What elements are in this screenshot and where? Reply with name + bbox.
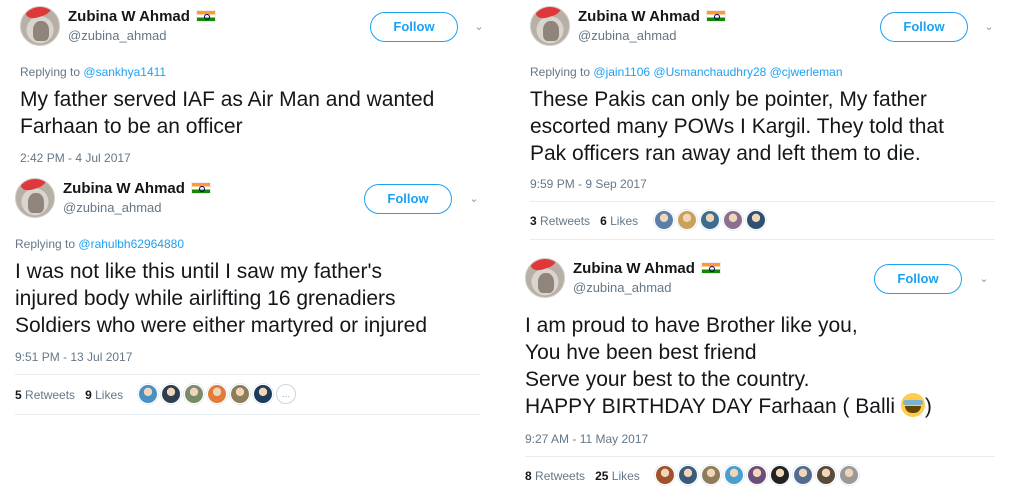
tweet-header: Zubina W Ahmad @zubina_ahmad Follow ⌄ xyxy=(20,6,500,54)
like-count[interactable]: 25 Likes xyxy=(595,469,640,483)
tweet-timestamp[interactable]: 9:27 AM - 11 May 2017 xyxy=(525,432,648,446)
liker-avatar[interactable] xyxy=(839,465,859,485)
retweet-count[interactable]: 3 Retweets xyxy=(530,214,590,228)
liker-avatar[interactable] xyxy=(161,384,181,404)
liker-avatar[interactable] xyxy=(230,384,250,404)
liker-avatar[interactable] xyxy=(700,210,720,230)
user-handle[interactable]: @zubina_ahmad xyxy=(578,28,676,43)
follow-button[interactable]: Follow xyxy=(364,184,452,214)
like-count[interactable]: 6 Likes xyxy=(600,214,638,228)
liker-avatars: … xyxy=(138,384,296,404)
display-name[interactable]: Zubina W Ahmad xyxy=(573,260,721,277)
divider xyxy=(15,414,480,415)
user-handle[interactable]: @zubina_ahmad xyxy=(63,200,161,215)
tweet-timestamp[interactable]: 9:51 PM - 13 Jul 2017 xyxy=(15,350,132,364)
liker-avatar[interactable] xyxy=(770,465,790,485)
india-flag-icon xyxy=(190,182,211,194)
display-name[interactable]: Zubina W Ahmad xyxy=(68,8,216,25)
liker-avatar[interactable] xyxy=(654,210,674,230)
tweet-card: Zubina W Ahmad @zubina_ahmad Follow ⌄ I … xyxy=(525,258,1000,500)
liker-avatar[interactable] xyxy=(724,465,744,485)
liker-avatar[interactable] xyxy=(138,384,158,404)
liker-avatar[interactable] xyxy=(816,465,836,485)
tweet-text: My father served IAF as Air Man and want… xyxy=(20,88,435,138)
liker-avatar[interactable] xyxy=(184,384,204,404)
divider xyxy=(525,456,995,457)
tweet-stats: 3 Retweets 6 Likes xyxy=(530,214,638,228)
chevron-down-icon[interactable]: ⌄ xyxy=(472,20,486,34)
india-flag-icon xyxy=(700,262,721,274)
replying-to: Replying to @sankhya1411 xyxy=(20,65,167,79)
avatar[interactable] xyxy=(530,6,570,46)
reply-mention-link[interactable]: @sankhya1411 xyxy=(83,65,166,79)
user-handle[interactable]: @zubina_ahmad xyxy=(573,280,671,295)
divider xyxy=(530,239,995,240)
follow-button[interactable]: Follow xyxy=(874,264,962,294)
liker-avatar[interactable] xyxy=(746,210,766,230)
divider xyxy=(15,374,480,375)
chevron-down-icon[interactable]: ⌄ xyxy=(977,272,991,286)
tweet-card: Zubina W Ahmad @zubina_ahmad Follow ⌄ Re… xyxy=(20,6,500,171)
tweet-timestamp[interactable]: 2:42 PM - 4 Jul 2017 xyxy=(20,151,131,165)
tweet-text: I was not like this until I saw my fathe… xyxy=(15,260,428,337)
liker-avatar[interactable] xyxy=(747,465,767,485)
like-count[interactable]: 9 Likes xyxy=(85,388,123,402)
tweet-header: Zubina W Ahmad @zubina_ahmad Follow ⌄ xyxy=(15,178,500,226)
liker-avatar[interactable] xyxy=(678,465,698,485)
liker-avatar[interactable] xyxy=(723,210,743,230)
india-flag-icon xyxy=(195,10,216,22)
chevron-down-icon[interactable]: ⌄ xyxy=(982,20,996,34)
liker-avatar[interactable] xyxy=(253,384,273,404)
reply-mention-link[interactable]: @jain1106 @Usmanchaudhry28 @cjwerleman xyxy=(593,65,842,79)
tweet-text: I am proud to have Brother like you, You… xyxy=(525,314,932,418)
avatar[interactable] xyxy=(20,6,60,46)
avatar[interactable] xyxy=(525,258,565,298)
tweet-card: Zubina W Ahmad @zubina_ahmad Follow ⌄ Re… xyxy=(530,6,1000,241)
more-likers-icon[interactable]: … xyxy=(276,384,296,404)
chevron-down-icon[interactable]: ⌄ xyxy=(467,192,481,206)
liker-avatars xyxy=(655,465,859,485)
tweet-header: Zubina W Ahmad @zubina_ahmad Follow ⌄ xyxy=(525,258,1000,306)
liker-avatar[interactable] xyxy=(793,465,813,485)
tweet-header: Zubina W Ahmad @zubina_ahmad Follow ⌄ xyxy=(530,6,1000,54)
follow-button[interactable]: Follow xyxy=(370,12,458,42)
replying-to: Replying to @rahulbh62964880 xyxy=(15,237,184,251)
divider xyxy=(530,201,995,202)
tweet-card: Zubina W Ahmad @zubina_ahmad Follow ⌄ Re… xyxy=(15,178,500,418)
tweet-stats: 5 Retweets 9 Likes xyxy=(15,388,123,402)
avatar[interactable] xyxy=(15,178,55,218)
display-name[interactable]: Zubina W Ahmad xyxy=(578,8,726,25)
retweet-count[interactable]: 8 Retweets xyxy=(525,469,585,483)
liker-avatars xyxy=(654,210,766,230)
display-name[interactable]: Zubina W Ahmad xyxy=(63,180,211,197)
tweet-text: These Pakis can only be pointer, My fath… xyxy=(530,88,944,165)
retweet-count[interactable]: 5 Retweets xyxy=(15,388,75,402)
reply-mention-link[interactable]: @rahulbh62964880 xyxy=(78,237,184,251)
liker-avatar[interactable] xyxy=(207,384,227,404)
liker-avatar[interactable] xyxy=(701,465,721,485)
user-handle[interactable]: @zubina_ahmad xyxy=(68,28,166,43)
follow-button[interactable]: Follow xyxy=(880,12,968,42)
india-flag-icon xyxy=(705,10,726,22)
tweet-stats: 8 Retweets 25 Likes xyxy=(525,469,640,483)
liker-avatar[interactable] xyxy=(677,210,697,230)
tweet-timestamp[interactable]: 9:59 PM - 9 Sep 2017 xyxy=(530,177,647,191)
replying-to: Replying to @jain1106 @Usmanchaudhry28 @… xyxy=(530,65,843,79)
face-with-tears-of-joy-icon xyxy=(900,393,925,417)
liker-avatar[interactable] xyxy=(655,465,675,485)
